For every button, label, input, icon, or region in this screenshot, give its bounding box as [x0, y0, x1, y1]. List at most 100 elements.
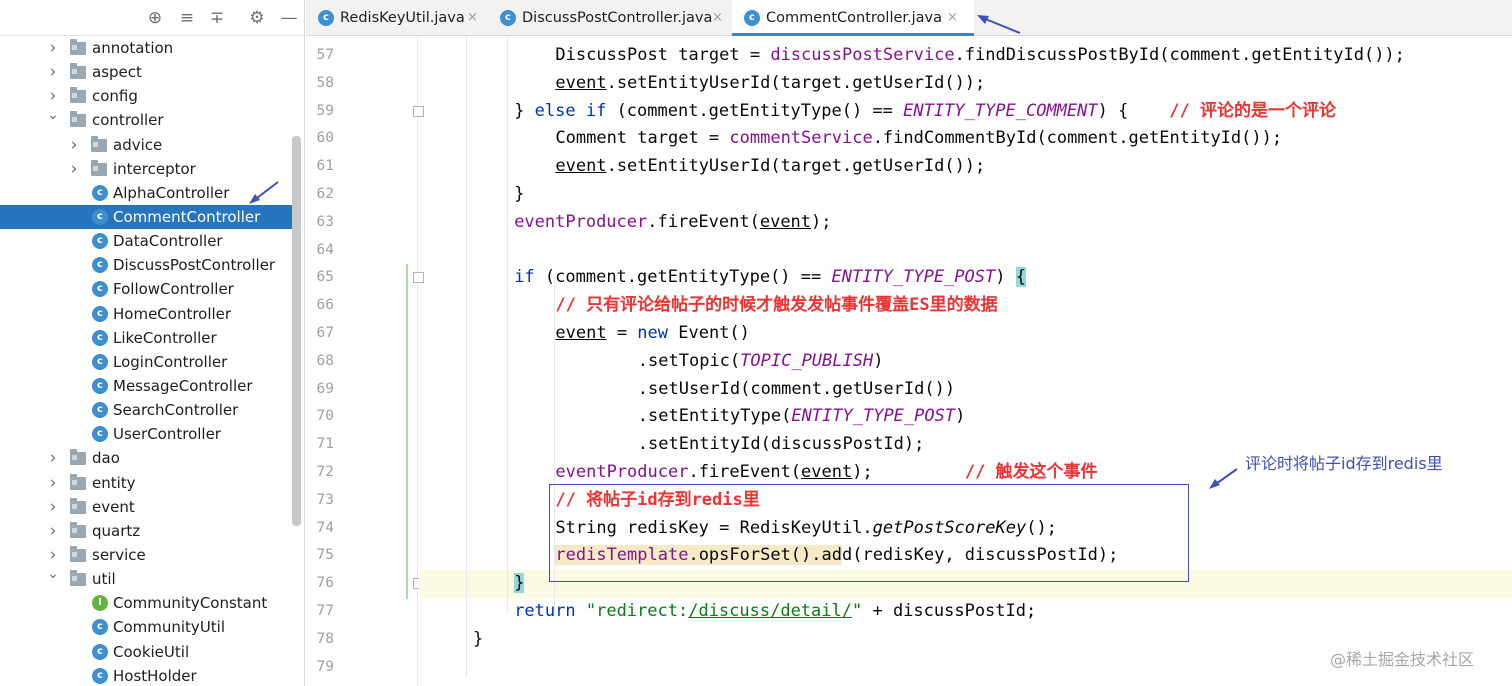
chevron-right-icon[interactable]: ›	[46, 471, 60, 495]
expand-all-icon[interactable]: ≡	[177, 8, 197, 28]
code-token: ENTITY_TYPE_POST	[831, 267, 996, 288]
code-text: // 只有评论给帖子的时候才触发发帖事件覆盖ES里的数据	[555, 292, 997, 320]
chevron-down-icon[interactable]: ⌄	[46, 103, 60, 127]
tree-item-label: HostHolder	[113, 666, 197, 685]
tree-item-advice[interactable]: › advice	[0, 133, 292, 157]
line-number: 68	[316, 352, 334, 369]
collapse-all-icon[interactable]: ∓	[207, 8, 227, 28]
code-line-59[interactable]: } else if (comment.getEntityType() == EN…	[419, 98, 1512, 126]
tree-item-hostholder[interactable]: c HostHolder	[0, 664, 292, 686]
code-line-65[interactable]: if (comment.getEntityType() == ENTITY_TY…	[419, 264, 1512, 292]
code-line-63[interactable]: eventProducer.fireEvent(event);	[419, 209, 1512, 237]
class-icon: c	[92, 184, 108, 201]
code-line-70[interactable]: .setEntityType(ENTITY_TYPE_POST)	[419, 403, 1512, 431]
tree-item-quartz[interactable]: › quartz	[0, 519, 292, 543]
tree-item-label: DiscussPostController	[113, 256, 276, 275]
tree-item-annotation[interactable]: › annotation	[0, 36, 292, 60]
tree-item-communityconstant[interactable]: I CommunityConstant	[0, 591, 292, 615]
tree-item-aspect[interactable]: › aspect	[0, 60, 292, 84]
close-icon[interactable]: ×	[712, 0, 723, 36]
chevron-right-icon[interactable]: ›	[46, 446, 60, 470]
tree-item-interceptor[interactable]: › interceptor	[0, 157, 292, 181]
code-token: .findDiscussPostById(comment.getEntityId…	[954, 45, 1405, 65]
class-icon: c	[92, 233, 108, 250]
tree-item-commentcontroller[interactable]: c CommentController	[0, 204, 292, 230]
code-line-66[interactable]: // 只有评论给帖子的时候才触发发帖事件覆盖ES里的数据	[419, 292, 1512, 320]
code-line-57[interactable]: DiscussPost target = discussPostService.…	[419, 42, 1512, 70]
code-token: )	[873, 350, 884, 371]
tree-item-label: service	[92, 545, 146, 564]
tree-item-likecontroller[interactable]: c LikeController	[0, 326, 292, 350]
code-token: =	[606, 323, 638, 343]
tree-item-followcontroller[interactable]: c FollowController	[0, 277, 292, 301]
code-line-61[interactable]: event.setEntityUserId(target.getUserId()…	[419, 153, 1512, 181]
chevron-down-icon[interactable]: ⌄	[46, 562, 60, 586]
close-icon[interactable]: ×	[467, 0, 478, 36]
tree-item-dao[interactable]: › dao	[0, 446, 292, 470]
settings-icon[interactable]: ⚙	[247, 8, 267, 28]
code-line-64[interactable]	[419, 237, 1512, 265]
tree-item-logincontroller[interactable]: c LoginController	[0, 350, 292, 374]
tree-item-util[interactable]: ⌄ util	[0, 566, 292, 591]
tree-item-usercontroller[interactable]: c UserController	[0, 422, 292, 446]
code-text: event.setEntityUserId(target.getUserId()…	[555, 153, 985, 181]
code-line-62[interactable]: }	[419, 181, 1512, 209]
tree-item-label: dao	[92, 449, 120, 468]
annotation-note: 评论时将帖子id存到redis里	[1245, 454, 1443, 473]
line-number: 76	[316, 575, 334, 592]
code-editor[interactable]: 57 58 59 60 61 62 63 64 65 66 67 68 69 70 71 72 73 74 75 76…	[306, 37, 1512, 686]
close-icon[interactable]: ×	[947, 0, 958, 36]
tree-item-config[interactable]: › config	[0, 84, 292, 108]
tree-item-discusspostcontroller[interactable]: c DiscussPostController	[0, 253, 292, 277]
class-icon: c	[92, 208, 108, 225]
tree-item-service[interactable]: › service	[0, 543, 292, 567]
tree-item-label: interceptor	[113, 159, 196, 178]
line-number: 77	[316, 603, 334, 619]
code-token: event	[759, 211, 812, 232]
code-token: .setTopic(	[637, 350, 741, 371]
code-token: "redirect:	[585, 601, 689, 621]
class-icon: c	[744, 10, 760, 26]
code-line-69[interactable]: .setUserId(comment.getUserId())	[419, 376, 1512, 404]
line-number: 69	[316, 380, 334, 397]
tree-item-entity[interactable]: › entity	[0, 471, 292, 495]
tree-item-label: UserController	[113, 425, 221, 444]
chevron-right-icon[interactable]: ›	[46, 519, 60, 543]
code-token: {	[1015, 267, 1026, 288]
chevron-right-icon[interactable]: ›	[46, 60, 60, 84]
chevron-right-icon[interactable]: ›	[46, 36, 60, 60]
code-token: Event()	[668, 323, 750, 343]
watermark: @稀土掘金技术社区	[1330, 650, 1475, 669]
tree-item-event[interactable]: › event	[0, 495, 292, 519]
tab-discusspostcontroller[interactable]: c DiscussPostController.java ×	[488, 0, 732, 36]
hide-panel-icon[interactable]: —	[279, 8, 299, 28]
tree-item-messagecontroller[interactable]: c MessageController	[0, 374, 292, 398]
chevron-right-icon[interactable]: ›	[46, 495, 60, 519]
locate-icon[interactable]: ⊕	[145, 8, 165, 28]
tree-item-cookieutil[interactable]: c CookieUtil	[0, 640, 292, 664]
tree-item-homecontroller[interactable]: c HomeController	[0, 302, 292, 326]
vcs-change-marker	[406, 264, 408, 599]
tab-rediskeyutil[interactable]: c RedisKeyUtil.java ×	[306, 0, 488, 36]
chevron-right-icon[interactable]: ›	[67, 133, 81, 157]
tree-item-controller[interactable]: ⌄ controller	[0, 107, 292, 132]
class-icon: c	[92, 377, 108, 394]
line-number: 60	[316, 130, 334, 147]
sidebar-scrollbar[interactable]	[292, 136, 301, 526]
code-line-58[interactable]: event.setEntityUserId(target.getUserId()…	[419, 70, 1512, 98]
line-number: 72	[316, 464, 334, 480]
chevron-right-icon[interactable]: ›	[67, 157, 81, 181]
tree-item-communityutil[interactable]: c CommunityUtil	[0, 615, 292, 639]
code-line-60[interactable]: Comment target = commentService.findComm…	[419, 125, 1512, 153]
class-icon: c	[92, 426, 108, 443]
code-line-68[interactable]: .setTopic(TOPIC_PUBLISH)	[419, 348, 1512, 376]
project-panel: ⊕ ≡ ∓ ⚙ — › annotation › aspect › config ⌄ cont…	[0, 0, 305, 686]
tree-item-label: DataController	[113, 232, 223, 251]
tab-commentcontroller[interactable]: c CommentController.java ×	[732, 0, 974, 36]
tree-item-datacontroller[interactable]: c DataController	[0, 229, 292, 253]
tree-item-label: entity	[92, 473, 136, 492]
code-line-77[interactable]: return "redirect:/discuss/detail/" + dis…	[419, 598, 1512, 626]
tree-item-searchcontroller[interactable]: c SearchController	[0, 398, 292, 422]
code-line-67[interactable]: event = new Event()	[419, 320, 1512, 348]
